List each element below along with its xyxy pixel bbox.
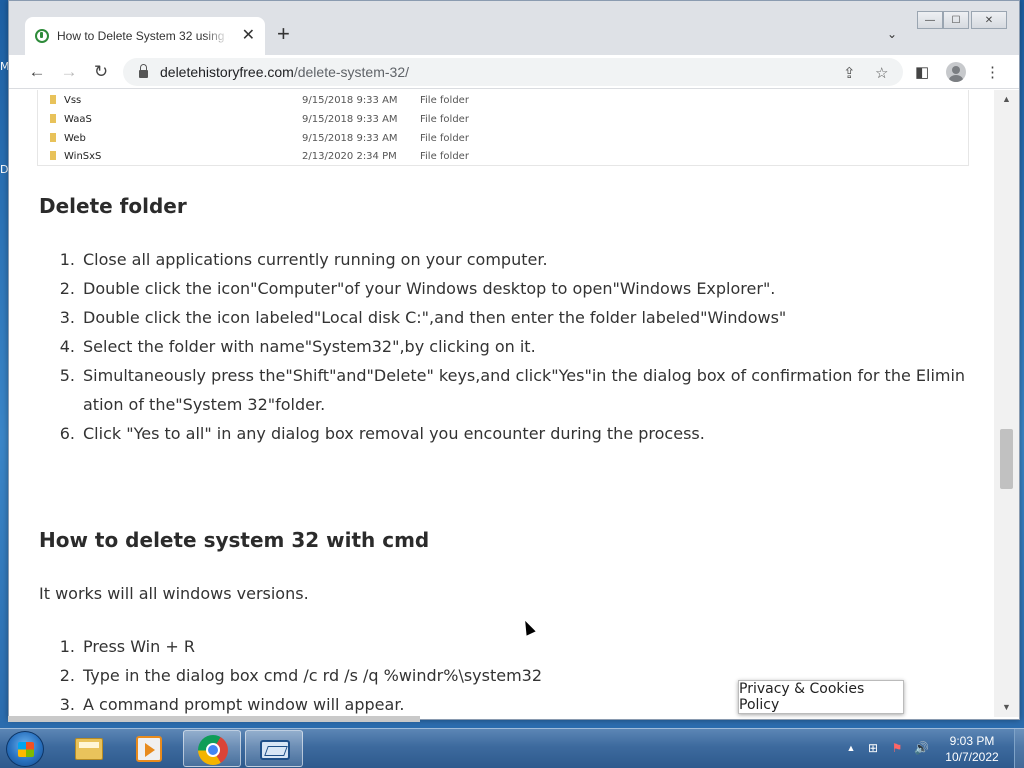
folder-icon: [50, 114, 56, 123]
step-text: Double click the icon labeled"Local disk…: [83, 308, 787, 327]
file-type: File folder: [420, 151, 469, 162]
file-name: Web: [64, 133, 86, 144]
folder-icon: [50, 133, 56, 142]
step-number: 3.: [59, 695, 75, 714]
file-name: Vss: [64, 95, 82, 106]
profile-avatar-icon[interactable]: [946, 62, 966, 82]
file-row: Vss 9/15/2018 9:33 AM File folder: [38, 92, 968, 110]
reload-button[interactable]: ↻: [89, 61, 113, 83]
browser-toolbar: ← → ↻ deletehistoryfree.com/delete-syste…: [9, 55, 1019, 89]
share-icon[interactable]: ⇪: [843, 64, 856, 82]
privacy-cookies-button[interactable]: Privacy & Cookies Policy: [738, 680, 904, 714]
show-desktop-button[interactable]: [1014, 729, 1024, 768]
explorer-screenshot: Vss 9/15/2018 9:33 AM File folder WaaS 9…: [37, 90, 969, 166]
file-name: WaaS: [64, 114, 92, 125]
step-text: Simultaneously press the"Shift"and"Delet…: [83, 366, 966, 414]
step-number: 1.: [59, 637, 75, 656]
browser-window: How to Delete System 32 using cmd ✕ + ⌄ …: [8, 0, 1020, 720]
file-type: File folder: [420, 95, 469, 106]
browser-tab[interactable]: How to Delete System 32 using cmd ✕: [25, 17, 265, 55]
list-item: 1. Close all applications currently runn…: [57, 245, 973, 274]
media-player-icon: [136, 736, 162, 762]
list-item: 5. Simultaneously press the"Shift"and"De…: [57, 361, 973, 419]
folder-icon: [50, 95, 56, 104]
intro-text: It works will all windows versions.: [39, 584, 309, 603]
scroll-up-icon[interactable]: ▲: [1002, 94, 1011, 104]
taskbar-chrome-button[interactable]: [183, 730, 241, 767]
tab-strip: How to Delete System 32 using cmd ✕ + ⌄ …: [9, 1, 1019, 55]
step-number: 4.: [59, 337, 75, 356]
vertical-scrollbar[interactable]: ▲ ▼: [994, 90, 1019, 717]
section-heading: How to delete system 32 with cmd: [39, 528, 430, 552]
step-number: 2.: [59, 279, 75, 298]
list-item: 3. Double click the icon labeled"Local d…: [57, 303, 973, 332]
step-text: Click "Yes to all" in any dialog box rem…: [83, 424, 705, 443]
tab-search-chevron-icon[interactable]: ⌄: [887, 27, 897, 41]
scroll-down-icon[interactable]: ▼: [1002, 702, 1011, 712]
folder-icon: [50, 151, 56, 160]
step-number: 1.: [59, 250, 75, 269]
forward-button[interactable]: →: [57, 61, 81, 83]
list-item: 4. Select the folder with name"System32"…: [57, 332, 973, 361]
step-text: Double click the icon"Computer"of your W…: [83, 279, 776, 298]
file-type: File folder: [420, 133, 469, 144]
file-date: 9/15/2018 9:33 AM: [302, 95, 398, 106]
clock-time: 9:03 PM: [949, 734, 995, 748]
taskbar-explorer-button[interactable]: [60, 730, 118, 767]
step-number: 6.: [59, 424, 75, 443]
start-button[interactable]: [6, 731, 44, 767]
taskbar-app-button[interactable]: [245, 730, 303, 767]
step-number: 3.: [59, 308, 75, 327]
lock-icon[interactable]: [139, 64, 148, 78]
site-favicon-icon: [35, 29, 49, 43]
menu-kebab-icon[interactable]: ⋮: [985, 63, 1000, 81]
bookmark-star-icon[interactable]: ☆: [875, 64, 888, 82]
back-button[interactable]: ←: [25, 61, 49, 83]
taskbar-media-player-button[interactable]: [120, 730, 178, 767]
url-path: /delete-system-32/: [293, 64, 410, 80]
network-icon[interactable]: ⊞: [866, 741, 880, 755]
file-date: 9/15/2018 9:33 AM: [302, 114, 398, 125]
volume-icon[interactable]: 🔊: [914, 741, 929, 755]
taskbar: ▲ ⊞ ⚑ 🔊 9:03 PM 10/7/2022: [0, 728, 1024, 768]
show-hidden-icons-icon[interactable]: ▲: [844, 741, 858, 755]
file-row: WinSxS 2/13/2020 2:34 PM File folder: [38, 148, 968, 166]
file-date: 2/13/2020 2:34 PM: [302, 151, 397, 162]
file-type: File folder: [420, 114, 469, 125]
file-name: WinSxS: [64, 151, 102, 162]
file-row: Web 9/15/2018 9:33 AM File folder: [38, 130, 968, 148]
file-date: 9/15/2018 9:33 AM: [302, 133, 398, 144]
step-text: Select the folder with name"System32",by…: [83, 337, 536, 356]
close-tab-icon[interactable]: ✕: [242, 28, 255, 44]
horizontal-scrollbar[interactable]: [8, 716, 420, 722]
new-tab-button[interactable]: +: [277, 23, 290, 45]
folder-icon: [75, 738, 103, 760]
chrome-icon: [198, 735, 228, 765]
page-content: Vss 9/15/2018 9:33 AM File folder WaaS 9…: [9, 90, 994, 717]
system-clock[interactable]: 9:03 PM 10/7/2022: [930, 733, 1014, 765]
maximize-button[interactable]: ☐: [943, 11, 969, 29]
side-panel-icon[interactable]: ◧: [915, 63, 929, 81]
scrollbar-thumb[interactable]: [1000, 429, 1013, 489]
action-center-flag-icon[interactable]: ⚑: [890, 741, 904, 755]
step-number: 5.: [59, 366, 75, 385]
minimize-button[interactable]: —: [917, 11, 943, 29]
step-text: Close all applications currently running…: [83, 250, 548, 269]
app-window-icon: [260, 740, 290, 760]
steps-list: 1. Close all applications currently runn…: [57, 245, 973, 448]
list-item: 2. Double click the icon"Computer"of you…: [57, 274, 973, 303]
list-item: 1. Press Win + R: [57, 632, 973, 661]
list-item: 6. Click "Yes to all" in any dialog box …: [57, 419, 973, 448]
section-heading: Delete folder: [39, 194, 187, 218]
step-number: 2.: [59, 666, 75, 685]
url-host: deletehistoryfree.com: [160, 64, 294, 80]
clock-date: 10/7/2022: [945, 750, 999, 764]
file-row: WaaS 9/15/2018 9:33 AM File folder: [38, 111, 968, 129]
tab-title: How to Delete System 32 using cmd: [57, 29, 229, 43]
address-bar[interactable]: deletehistoryfree.com/delete-system-32/ …: [123, 58, 903, 86]
close-window-button[interactable]: ✕: [971, 11, 1007, 29]
